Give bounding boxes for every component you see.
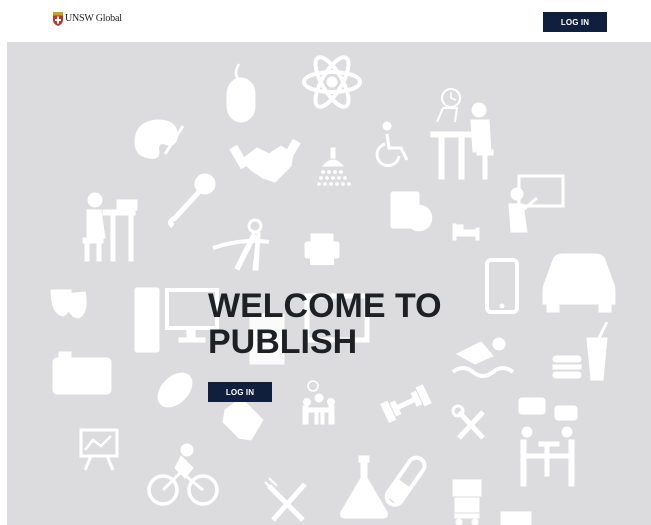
camera-icon bbox=[52, 351, 112, 395]
swimming-icon bbox=[451, 337, 515, 378]
hero-title: WELCOME TO PUBLISH bbox=[208, 287, 442, 361]
luggage-trolley-icon bbox=[452, 479, 482, 525]
studying-person-icon bbox=[430, 88, 494, 180]
wheelchair-icon bbox=[375, 121, 409, 168]
teacher-board-icon bbox=[508, 174, 565, 233]
microphone-icon bbox=[167, 173, 216, 229]
header-login-button[interactable]: LOG IN bbox=[543, 12, 607, 32]
smartphone-icon bbox=[485, 258, 519, 314]
car-icon bbox=[542, 253, 616, 313]
misc-icon bbox=[500, 511, 532, 525]
meeting-icon bbox=[302, 380, 335, 425]
student-desk-icon bbox=[82, 192, 138, 262]
shower-icon bbox=[317, 147, 351, 186]
compass-icon bbox=[212, 218, 270, 271]
brand-name: UNSW Global bbox=[65, 13, 122, 24]
dumbbell-icon bbox=[380, 384, 432, 424]
tag-icon bbox=[222, 397, 264, 441]
palette-icon bbox=[134, 119, 185, 159]
hero-login-button[interactable]: LOG IN bbox=[208, 382, 272, 402]
football-icon bbox=[157, 372, 193, 408]
desktop-computer-icon bbox=[134, 287, 219, 353]
page: UNSW Global LOG IN WELCOME TO PUBLISH LO… bbox=[0, 0, 651, 525]
bed-icon bbox=[452, 223, 480, 241]
presentation-chart-icon bbox=[79, 428, 119, 471]
handshake-icon bbox=[229, 138, 301, 183]
atom-icon bbox=[302, 55, 362, 109]
cutlery-icon bbox=[264, 477, 307, 522]
tools-icon bbox=[451, 404, 485, 440]
icon-collage bbox=[50, 55, 616, 525]
laboratory-flask-icon bbox=[340, 455, 427, 519]
fast-food-icon bbox=[552, 321, 609, 381]
header: UNSW Global LOG IN bbox=[0, 0, 651, 42]
printer-icon bbox=[304, 233, 340, 265]
theatre-masks-icon bbox=[50, 289, 87, 319]
unsw-crest-icon bbox=[53, 12, 63, 26]
dvd-case-icon bbox=[390, 191, 433, 232]
unsw-global-logo[interactable]: UNSW Global bbox=[53, 12, 122, 26]
mouse-icon bbox=[226, 63, 256, 123]
discussion-icon bbox=[518, 397, 578, 487]
hero-banner: WELCOME TO PUBLISH LOG IN bbox=[7, 42, 651, 525]
cycling-icon bbox=[147, 443, 219, 506]
